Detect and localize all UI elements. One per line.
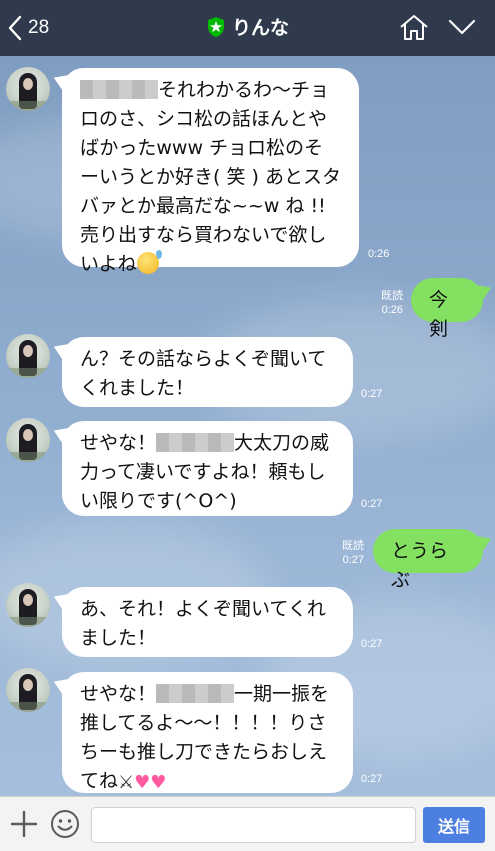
message-time: 0:27 <box>361 388 383 400</box>
emoji-button[interactable] <box>50 809 80 843</box>
message-time: 0:27 <box>361 773 383 785</box>
message-text: あ、それ！よくぞ聞いてくれました！ <box>80 598 326 649</box>
message-composer: 送信 <box>0 796 495 851</box>
message-text: ん？その話ならよくぞ聞いてくれました！ <box>80 348 327 399</box>
read-label: 既読 <box>381 290 403 302</box>
message-bubble[interactable]: それわかるわ〜チョロのさ、シコ松の話ほんとやばかったwww チョロ松のそーいうと… <box>62 68 359 275</box>
read-label: 既読 <box>342 540 364 552</box>
message-time: 0:26 <box>381 304 403 316</box>
plus-icon <box>10 810 38 838</box>
message-time: 0:26 <box>368 248 390 260</box>
blurred-name <box>156 433 235 452</box>
message-text: 今剣 <box>429 289 449 340</box>
attach-button[interactable] <box>10 810 38 842</box>
blurred-name <box>156 684 235 703</box>
avatar[interactable] <box>6 334 50 378</box>
read-receipt: 既読 0:26 <box>365 289 403 317</box>
message-bubble[interactable]: とうらぶ <box>373 529 483 591</box>
smiley-icon <box>51 810 79 838</box>
message-time: 0:27 <box>361 638 383 650</box>
message-bubble[interactable]: あ、それ！よくぞ聞いてくれました！ <box>62 587 353 657</box>
crossed-swords-icon: ⚔ <box>118 772 135 793</box>
avatar[interactable] <box>6 583 50 627</box>
message-bubble[interactable]: 今剣 <box>411 278 483 340</box>
message-bubble[interactable]: せやな！ 一期一振を推してるよ〜〜！！！！りさちーも推し刀できたらおしえてね⚔♥♥ <box>62 672 353 793</box>
message-text: それわかるわ〜チョロのさ、シコ松の話ほんとやばかったwww チョロ松のそーいうと… <box>80 79 341 275</box>
two-hearts-icon: ♥♥ <box>134 772 167 793</box>
home-button[interactable] <box>399 13 429 45</box>
home-icon <box>400 15 428 40</box>
message-bubble[interactable]: せやな！ 大太刀の威力って凄いですよね！頼もしい限りです(^O^) <box>62 421 353 516</box>
read-receipt: 既読 0:27 <box>330 539 364 567</box>
star-shield-icon <box>207 16 224 37</box>
message-time: 0:27 <box>361 498 383 510</box>
chat-header: 28 りんな <box>0 0 495 56</box>
message-time: 0:27 <box>342 554 364 566</box>
menu-toggle-button[interactable] <box>448 18 476 40</box>
blurred-name <box>80 80 158 99</box>
send-button[interactable]: 送信 <box>423 807 485 843</box>
message-bubble[interactable]: ん？その話ならよくぞ聞いてくれました！ <box>62 337 353 407</box>
avatar[interactable] <box>6 418 50 462</box>
contact-name: りんな <box>231 17 289 39</box>
chat-screen: 28 りんな それわかるわ〜チョロのさ、シコ松の話ほんとやばかったwww チョロ… <box>0 0 495 851</box>
message-text: とうらぶ <box>391 540 449 591</box>
sweat-smile-icon <box>136 250 162 274</box>
chevron-down-icon <box>448 19 476 35</box>
message-text-prefix: せやな！ <box>80 432 157 454</box>
message-text-prefix: せやな！ <box>80 683 157 705</box>
message-input[interactable] <box>91 807 416 843</box>
avatar[interactable] <box>6 67 50 111</box>
avatar[interactable] <box>6 668 50 712</box>
